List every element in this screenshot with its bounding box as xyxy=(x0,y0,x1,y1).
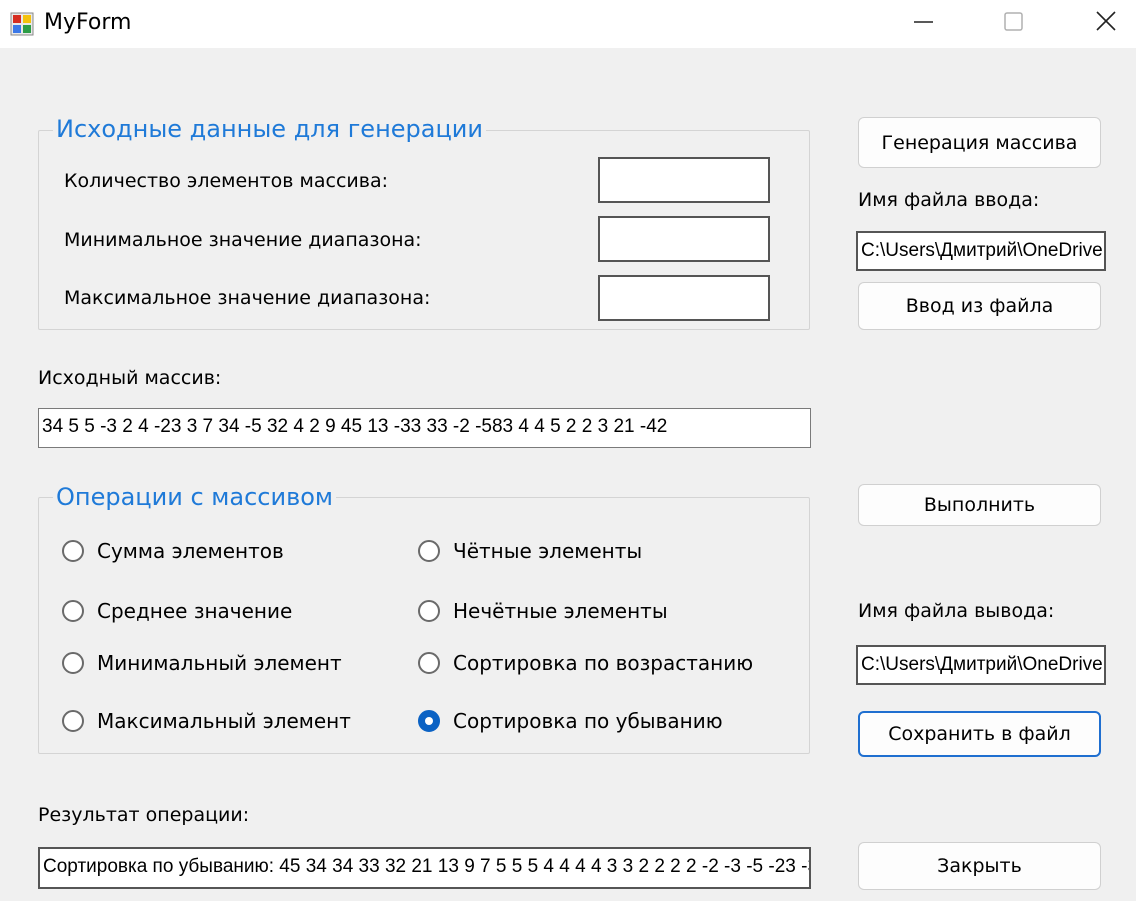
radio-label: Нечётные элементы xyxy=(453,599,668,623)
radio-label: Среднее значение xyxy=(97,599,293,623)
generation-group-title: Исходные данные для генерации xyxy=(53,115,486,143)
radio-indicator[interactable] xyxy=(62,710,84,732)
radio-indicator[interactable] xyxy=(418,600,440,622)
operations-group-title: Операции с массивом xyxy=(53,483,337,511)
count-label: Количество элементов массива: xyxy=(64,170,388,192)
radio-label: Максимальный элемент xyxy=(97,709,351,733)
generate-array-button[interactable]: Генерация массива xyxy=(858,117,1101,168)
radio-max-element[interactable]: Максимальный элемент xyxy=(62,709,351,733)
execute-button[interactable]: Выполнить xyxy=(858,484,1101,526)
close-button[interactable]: Закрыть xyxy=(858,842,1101,890)
window-title: MyForm xyxy=(44,10,132,35)
source-array-label: Исходный массив: xyxy=(38,367,222,389)
input-file-field[interactable]: C:\Users\Дмитрий\OneDrive xyxy=(856,231,1106,271)
radio-min-element[interactable]: Минимальный элемент xyxy=(62,651,342,675)
maximize-icon[interactable] xyxy=(990,0,1036,46)
radio-sort-descending[interactable]: Сортировка по убыванию xyxy=(418,709,723,733)
min-value-input[interactable] xyxy=(598,216,770,262)
max-value-input[interactable] xyxy=(598,275,770,321)
app-icon xyxy=(10,12,34,36)
output-file-label: Имя файла вывода: xyxy=(858,600,1055,622)
input-file-label: Имя файла ввода: xyxy=(858,189,1040,211)
min-label: Минимальное значение диапазона: xyxy=(64,229,422,251)
radio-label: Сортировка по возрастанию xyxy=(453,651,754,675)
radio-indicator[interactable] xyxy=(418,652,440,674)
result-label: Результат операции: xyxy=(38,804,250,826)
minimize-icon[interactable] xyxy=(900,0,946,46)
radio-label: Минимальный элемент xyxy=(97,651,342,675)
max-label: Максимальное значение диапазона: xyxy=(64,287,431,309)
save-to-file-button[interactable]: Сохранить в файл xyxy=(858,711,1101,757)
radio-indicator[interactable] xyxy=(62,652,84,674)
radio-indicator[interactable] xyxy=(62,600,84,622)
radio-even-elements[interactable]: Чётные элементы xyxy=(418,539,642,563)
radio-label: Чётные элементы xyxy=(453,539,643,563)
radio-indicator[interactable] xyxy=(62,540,84,562)
load-from-file-button[interactable]: Ввод из файла xyxy=(858,282,1101,330)
count-input[interactable] xyxy=(598,157,770,203)
radio-odd-elements[interactable]: Нечётные элементы xyxy=(418,599,668,623)
source-array-field[interactable]: 34 5 5 -3 2 4 -23 3 7 34 -5 32 4 2 9 45 … xyxy=(38,408,811,448)
radio-indicator[interactable] xyxy=(418,540,440,562)
close-icon[interactable] xyxy=(1083,0,1129,46)
radio-average[interactable]: Среднее значение xyxy=(62,599,292,623)
radio-label: Сортировка по убыванию xyxy=(453,709,723,733)
output-file-field[interactable]: C:\Users\Дмитрий\OneDrive xyxy=(856,645,1106,685)
radio-sum[interactable]: Сумма элементов xyxy=(62,539,284,563)
result-field[interactable]: Сортировка по убыванию: 45 34 34 33 32 2… xyxy=(38,847,811,889)
radio-indicator-checked[interactable] xyxy=(418,710,440,732)
radio-label: Сумма элементов xyxy=(97,539,284,563)
radio-sort-ascending[interactable]: Сортировка по возрастанию xyxy=(418,651,753,675)
title-bar: MyForm xyxy=(0,0,1136,48)
